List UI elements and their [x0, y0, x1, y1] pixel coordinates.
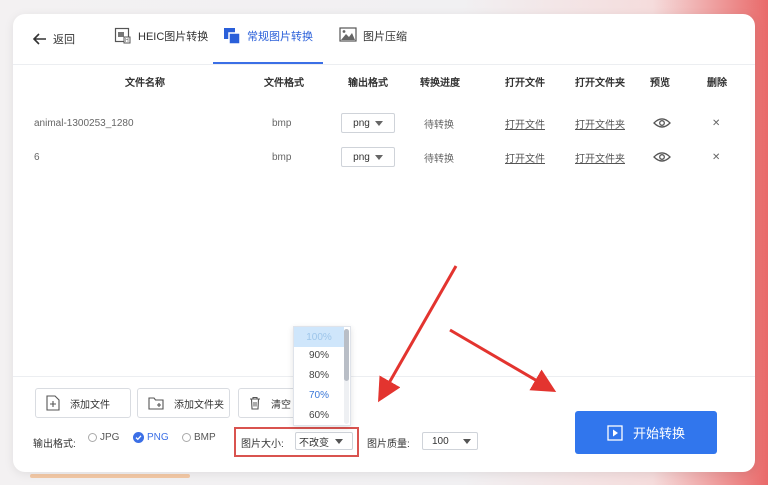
- table-row: animal-1300253_1280 bmp png 待转换 打开文件 打开文…: [13, 107, 755, 139]
- image-quality-label: 图片质量:: [367, 439, 410, 450]
- clear-button[interactable]: 清空: [238, 388, 300, 418]
- eye-icon[interactable]: [653, 117, 671, 129]
- eye-icon[interactable]: [653, 151, 671, 163]
- radio-label: PNG: [147, 432, 169, 443]
- radio-label: BMP: [194, 432, 216, 443]
- radio-bmp[interactable]: BMP: [182, 432, 216, 443]
- col-header-output: 输出格式: [348, 78, 388, 89]
- add-folder-button[interactable]: 添加文件夹: [137, 388, 230, 418]
- delete-icon[interactable]: ✕: [712, 141, 720, 173]
- top-nav-bar: 返回 H HEIC图片转换 常规图片转换 图片压缩: [13, 14, 755, 65]
- file-name: 6: [34, 151, 40, 163]
- open-file-link[interactable]: 打开文件: [505, 141, 545, 173]
- col-header-open-folder: 打开文件夹: [575, 78, 625, 89]
- image-size-value: 不改变: [299, 437, 329, 449]
- tab-label: 常规图片转换: [247, 31, 313, 43]
- back-label: 返回: [53, 34, 75, 46]
- file-format: bmp: [272, 151, 292, 163]
- output-format-select[interactable]: png: [341, 147, 395, 167]
- open-file-link[interactable]: 打开文件: [505, 107, 545, 139]
- output-format-value: png: [353, 151, 370, 163]
- svg-text:H: H: [125, 38, 129, 44]
- file-table-header: 文件名称 文件格式 输出格式 转换进度 打开文件 打开文件夹 预览 删除: [13, 74, 755, 98]
- convert-progress: 待转换: [424, 119, 454, 131]
- clear-label: 清空: [271, 399, 291, 411]
- active-tab-underline: [213, 62, 323, 64]
- col-header-progress: 转换进度: [420, 78, 460, 89]
- dropdown-option[interactable]: 60%: [294, 405, 344, 425]
- radio-circle: [182, 433, 191, 442]
- col-header-open-file: 打开文件: [505, 78, 545, 89]
- output-format-value: png: [353, 117, 370, 129]
- convert-image-icon: [224, 28, 241, 45]
- col-header-format: 文件格式: [264, 78, 304, 89]
- image-size-select[interactable]: 不改变: [295, 432, 353, 450]
- add-file-label: 添加文件: [70, 399, 110, 411]
- back-button[interactable]: 返回: [33, 31, 75, 47]
- radio-jpg[interactable]: JPG: [88, 432, 119, 443]
- file-name: animal-1300253_1280: [34, 117, 134, 129]
- image-quality-value: 100: [432, 435, 449, 447]
- image-compress-icon: [339, 27, 357, 42]
- add-folder-icon: [148, 397, 164, 410]
- dropdown-option[interactable]: 80%: [294, 365, 344, 385]
- start-convert-button[interactable]: 开始转换: [575, 411, 717, 454]
- open-folder-link[interactable]: 打开文件夹: [575, 107, 625, 139]
- image-size-dropdown: 100% 90% 80% 70% 60%: [293, 326, 351, 426]
- tab-label: HEIC图片转换: [138, 31, 209, 43]
- col-header-delete: 删除: [707, 78, 727, 89]
- output-format-select[interactable]: png: [341, 113, 395, 133]
- play-icon: [607, 424, 623, 441]
- radio-circle: [88, 433, 97, 442]
- chevron-down-icon: [374, 120, 383, 126]
- table-row: 6 bmp png 待转换 打开文件 打开文件夹 ✕: [13, 141, 755, 173]
- image-quality-select[interactable]: 100: [422, 432, 478, 450]
- tab-image-compress[interactable]: 图片压缩: [339, 26, 407, 64]
- col-header-name: 文件名称: [125, 78, 165, 89]
- scrollbar-thumb[interactable]: [344, 329, 349, 381]
- divider: [13, 376, 755, 377]
- check-icon: [133, 432, 144, 443]
- annotation-arrow: [449, 328, 557, 393]
- chevron-down-icon: [374, 154, 383, 160]
- dropdown-option[interactable]: 90%: [294, 345, 344, 365]
- heic-image-icon: H: [114, 27, 131, 44]
- tab-normal-convert[interactable]: 常规图片转换: [213, 26, 323, 64]
- dropdown-option[interactable]: 70%: [294, 385, 344, 405]
- decorative-strip: [30, 474, 190, 478]
- radio-label: JPG: [100, 432, 120, 443]
- chevron-down-icon: [335, 438, 343, 444]
- open-folder-link[interactable]: 打开文件夹: [575, 141, 625, 173]
- dropdown-option[interactable]: 100%: [294, 327, 344, 347]
- annotation-arrow: [378, 265, 458, 403]
- back-arrow-icon: [33, 33, 46, 45]
- app-window: 返回 H HEIC图片转换 常规图片转换 图片压缩 文件名称 文件格式 输出格式…: [13, 14, 755, 472]
- start-convert-label: 开始转换: [632, 426, 685, 441]
- dropdown-scrollbar[interactable]: [344, 329, 349, 424]
- add-file-icon: [46, 395, 60, 411]
- radio-png[interactable]: PNG: [133, 432, 169, 443]
- add-folder-label: 添加文件夹: [174, 399, 224, 411]
- image-size-label: 图片大小:: [241, 439, 284, 450]
- file-format: bmp: [272, 117, 292, 129]
- convert-progress: 待转换: [424, 153, 454, 165]
- tab-heic-convert[interactable]: H HEIC图片转换: [114, 26, 208, 64]
- output-format-label: 输出格式:: [33, 439, 76, 450]
- tab-label: 图片压缩: [363, 31, 407, 43]
- delete-icon[interactable]: ✕: [712, 107, 720, 139]
- col-header-preview: 预览: [650, 78, 670, 89]
- add-file-button[interactable]: 添加文件: [35, 388, 131, 418]
- chevron-down-icon: [462, 438, 471, 444]
- trash-icon: [250, 396, 260, 410]
